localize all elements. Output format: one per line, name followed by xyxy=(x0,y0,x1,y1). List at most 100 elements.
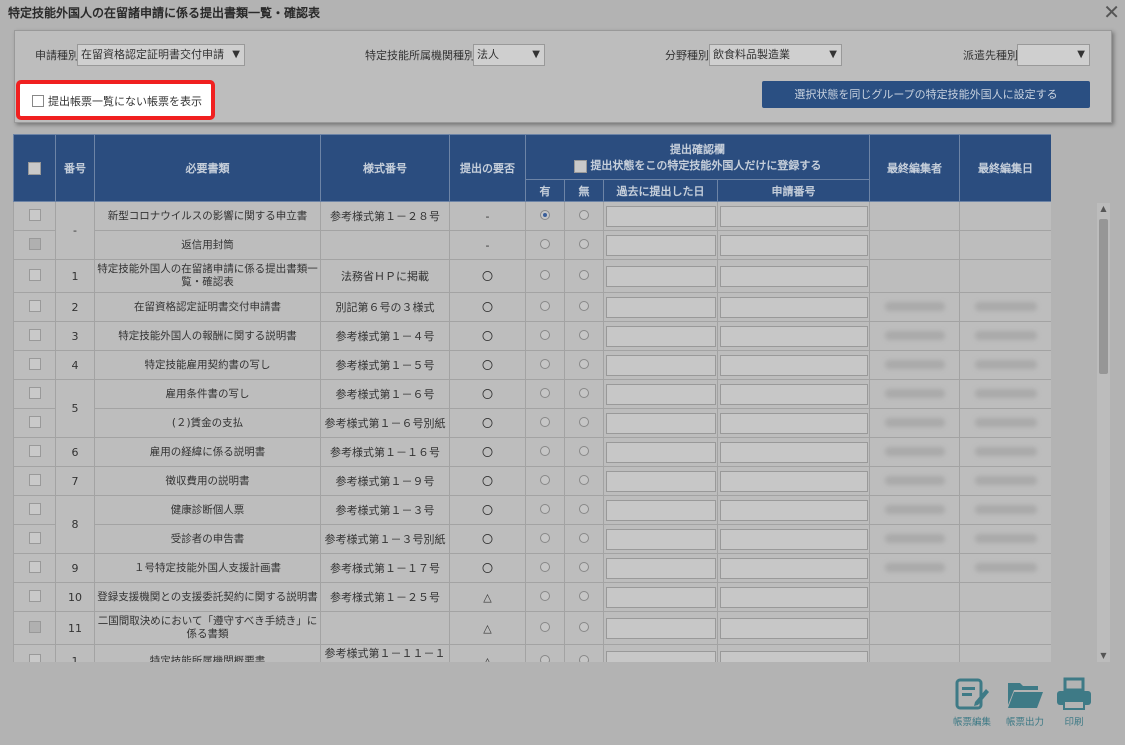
row-past-date[interactable] xyxy=(603,201,718,231)
no-radio[interactable] xyxy=(579,269,589,280)
row-yes-radio-cell[interactable] xyxy=(525,379,565,409)
app-number-input[interactable] xyxy=(719,296,868,318)
yes-radio[interactable] xyxy=(540,503,550,514)
app-number-input[interactable] xyxy=(719,557,868,579)
row-no-radio-cell[interactable] xyxy=(564,201,604,231)
row-past-date[interactable] xyxy=(603,524,718,554)
yes-radio[interactable] xyxy=(540,238,550,249)
row-yes-radio-cell[interactable] xyxy=(525,201,565,231)
row-past-date[interactable] xyxy=(603,466,718,496)
confirm-note-checkbox[interactable] xyxy=(573,159,587,173)
row-yes-radio-cell[interactable] xyxy=(525,321,565,351)
row-checkbox[interactable] xyxy=(28,620,41,633)
row-past-date[interactable] xyxy=(603,321,718,351)
row-select-cell[interactable] xyxy=(13,644,56,662)
past-date-input[interactable] xyxy=(605,557,716,579)
row-no-radio-cell[interactable] xyxy=(564,644,604,662)
row-checkbox[interactable] xyxy=(28,237,41,250)
row-yes-radio-cell[interactable] xyxy=(525,350,565,380)
past-date-input[interactable] xyxy=(605,265,716,287)
past-date-input[interactable] xyxy=(605,650,716,662)
yes-radio[interactable] xyxy=(540,561,550,572)
yes-radio[interactable] xyxy=(540,300,550,311)
row-select-cell[interactable] xyxy=(13,379,56,409)
app-number-input[interactable] xyxy=(719,325,868,347)
row-select-cell[interactable] xyxy=(13,495,56,525)
row-app-number[interactable] xyxy=(716,379,871,409)
row-past-date[interactable] xyxy=(603,437,718,467)
app-number-input[interactable] xyxy=(719,528,868,550)
row-past-date[interactable] xyxy=(603,582,718,612)
app-number-input[interactable] xyxy=(719,412,868,434)
row-select-cell[interactable] xyxy=(13,466,56,496)
row-yes-radio-cell[interactable] xyxy=(525,644,565,662)
row-checkbox[interactable] xyxy=(28,502,41,515)
row-app-number[interactable] xyxy=(716,230,871,260)
row-app-number[interactable] xyxy=(716,582,871,612)
row-app-number[interactable] xyxy=(716,524,871,554)
row-no-radio-cell[interactable] xyxy=(564,321,604,351)
scroll-thumb[interactable] xyxy=(1099,219,1108,374)
row-select-cell[interactable] xyxy=(13,230,56,260)
select-all-header[interactable] xyxy=(13,134,56,202)
row-yes-radio-cell[interactable] xyxy=(525,495,565,525)
yes-radio[interactable] xyxy=(540,532,550,543)
row-past-date[interactable] xyxy=(603,379,718,409)
checkbox-icon[interactable] xyxy=(32,95,44,107)
show-unlisted-checkbox[interactable]: 提出帳票一覧にない帳票を表示 xyxy=(32,93,202,109)
yes-radio[interactable] xyxy=(540,416,550,427)
no-radio[interactable] xyxy=(579,590,589,601)
app-number-input[interactable] xyxy=(719,265,868,287)
past-date-input[interactable] xyxy=(605,205,716,227)
no-radio[interactable] xyxy=(579,358,589,369)
no-radio[interactable] xyxy=(579,503,589,514)
no-radio[interactable] xyxy=(579,416,589,427)
row-select-cell[interactable] xyxy=(13,437,56,467)
row-yes-radio-cell[interactable] xyxy=(525,259,565,293)
row-no-radio-cell[interactable] xyxy=(564,553,604,583)
row-no-radio-cell[interactable] xyxy=(564,524,604,554)
yes-radio[interactable] xyxy=(540,329,550,340)
no-radio[interactable] xyxy=(579,300,589,311)
row-past-date[interactable] xyxy=(603,495,718,525)
row-select-cell[interactable] xyxy=(13,611,56,645)
row-past-date[interactable] xyxy=(603,350,718,380)
confirm-note-row[interactable]: 提出状態をこの特定技能外国人だけに登録する xyxy=(526,157,869,173)
row-yes-radio-cell[interactable] xyxy=(525,292,565,322)
table-scrollbar[interactable]: ▲ ▼ xyxy=(1097,203,1110,662)
past-date-input[interactable] xyxy=(605,617,716,639)
yes-radio[interactable] xyxy=(540,209,550,220)
past-date-input[interactable] xyxy=(605,383,716,405)
row-no-radio-cell[interactable] xyxy=(564,495,604,525)
app-number-input[interactable] xyxy=(719,383,868,405)
no-radio[interactable] xyxy=(579,561,589,572)
app-number-input[interactable] xyxy=(719,499,868,521)
row-yes-radio-cell[interactable] xyxy=(525,553,565,583)
no-radio[interactable] xyxy=(579,387,589,398)
row-no-radio-cell[interactable] xyxy=(564,437,604,467)
yes-radio[interactable] xyxy=(540,474,550,485)
row-checkbox[interactable] xyxy=(28,560,41,573)
past-date-input[interactable] xyxy=(605,586,716,608)
app-number-input[interactable] xyxy=(719,586,868,608)
app-number-input[interactable] xyxy=(719,617,868,639)
past-date-input[interactable] xyxy=(605,234,716,256)
row-app-number[interactable] xyxy=(716,437,871,467)
past-date-input[interactable] xyxy=(605,296,716,318)
past-date-input[interactable] xyxy=(605,441,716,463)
row-app-number[interactable] xyxy=(716,644,871,662)
edit-form-button[interactable]: 帳票編集 xyxy=(947,677,997,728)
row-no-radio-cell[interactable] xyxy=(564,259,604,293)
row-select-cell[interactable] xyxy=(13,350,56,380)
row-past-date[interactable] xyxy=(603,553,718,583)
row-past-date[interactable] xyxy=(603,292,718,322)
row-past-date[interactable] xyxy=(603,408,718,438)
row-app-number[interactable] xyxy=(716,201,871,231)
row-checkbox[interactable] xyxy=(28,299,41,312)
row-checkbox[interactable] xyxy=(28,589,41,602)
row-no-radio-cell[interactable] xyxy=(564,230,604,260)
app-number-input[interactable] xyxy=(719,354,868,376)
app-number-input[interactable] xyxy=(719,234,868,256)
row-yes-radio-cell[interactable] xyxy=(525,582,565,612)
row-checkbox[interactable] xyxy=(28,268,41,281)
